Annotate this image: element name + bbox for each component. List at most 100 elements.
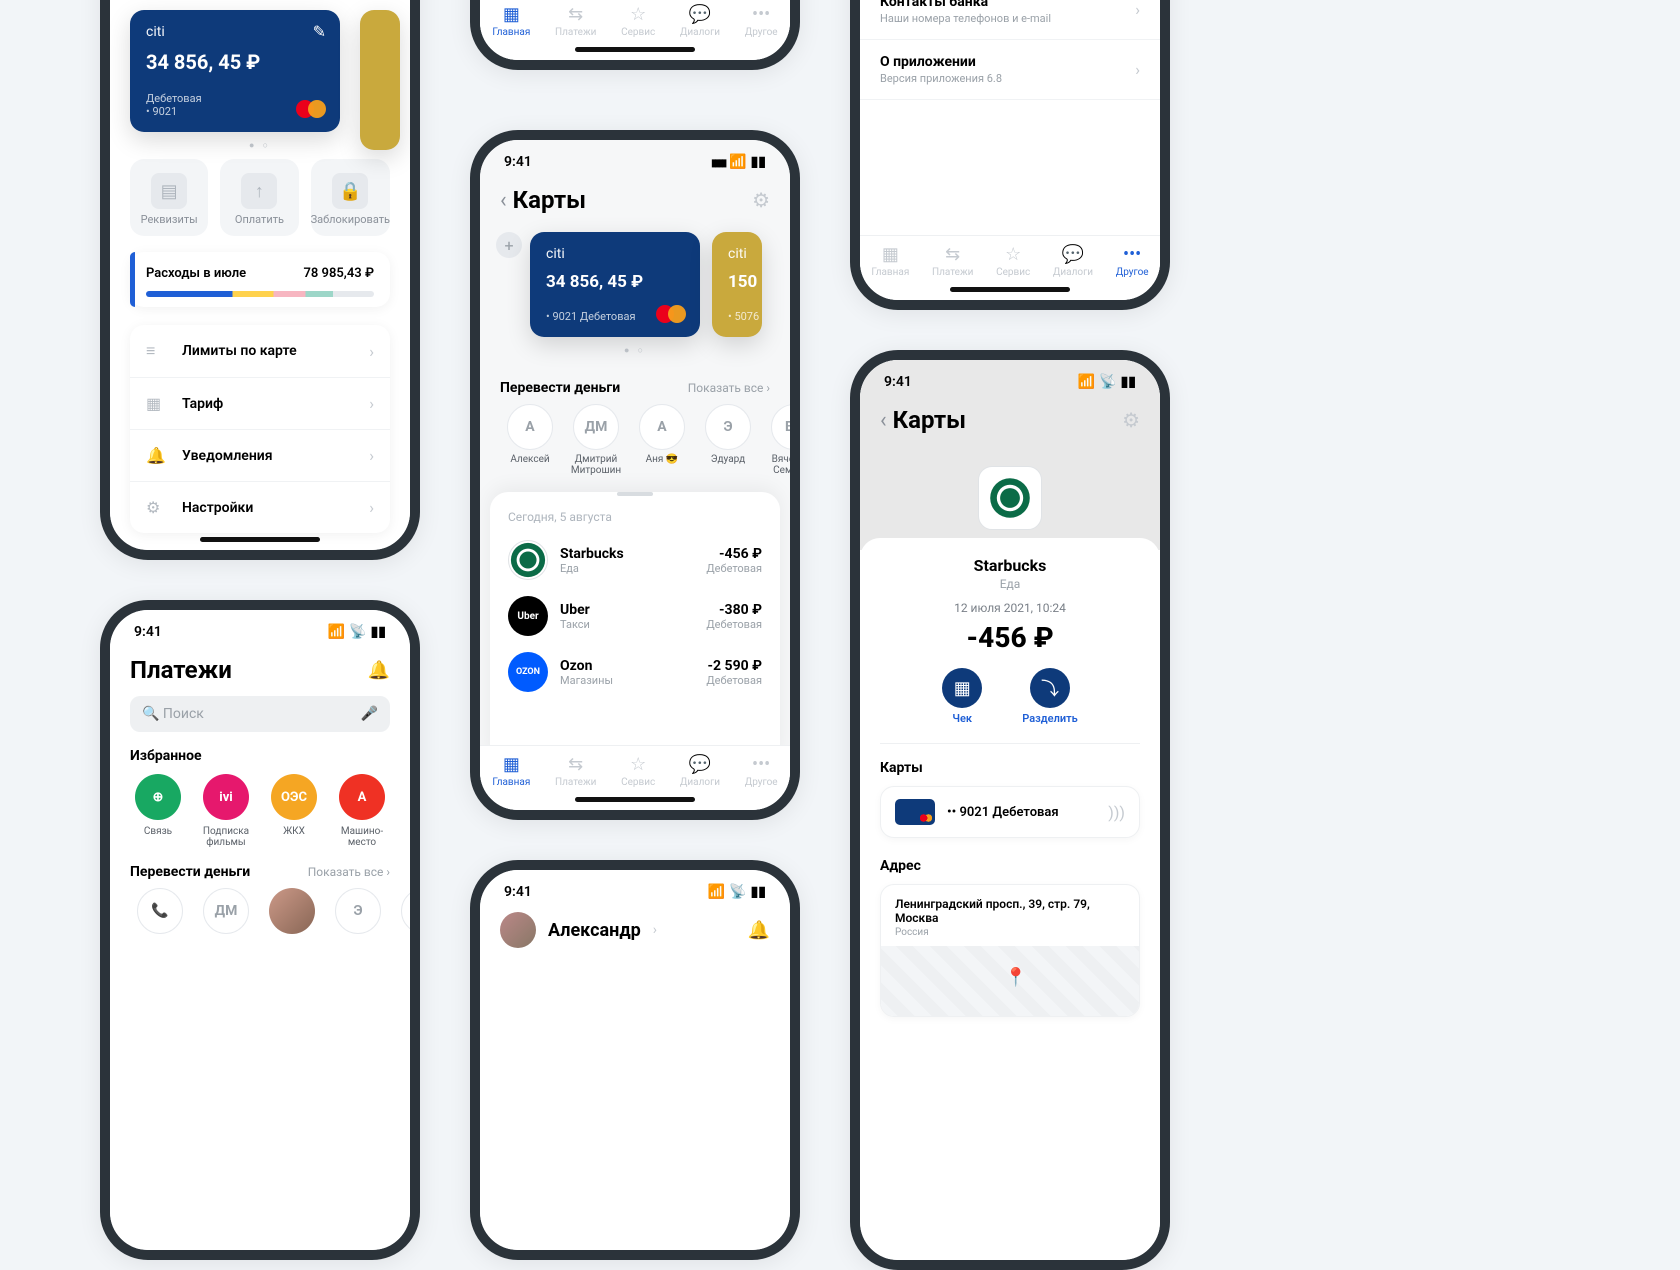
tab-dialogs[interactable]: 💬Диалоги [680, 754, 720, 788]
more-icon: ••• [745, 4, 778, 25]
contact-item[interactable] [262, 888, 322, 938]
favorite-item[interactable]: ОЭСЖКХ [266, 774, 322, 848]
user-avatar[interactable] [500, 912, 536, 948]
tab-service[interactable]: ☆Сервис [621, 4, 655, 38]
status-bar: 9:41 📶📡▮▮ [860, 360, 1160, 398]
action-block[interactable]: 🔒 Заблокировать [311, 159, 390, 236]
contact-item[interactable]: ЭЭдуард [698, 404, 758, 476]
add-card-button[interactable]: + [496, 232, 522, 258]
action-receipt[interactable]: ▦ Чек [942, 668, 982, 725]
gear-icon[interactable]: ⚙ [752, 188, 770, 212]
home-indicator [575, 797, 695, 802]
spending-summary[interactable]: Расходы в июле 78 985,43 ₽ [130, 252, 390, 307]
page-title: Платежи [130, 656, 232, 684]
tab-payments[interactable]: ⇆Платежи [555, 4, 596, 38]
contact-item[interactable]: ВСВячеслав Семёнов [764, 404, 790, 476]
tx-row[interactable]: OZON OzonМагазины -2 590 ₽Дебетовая [490, 644, 780, 700]
action-requisites[interactable]: ▤ Реквизиты [130, 159, 208, 236]
merchant-category: Еда [860, 577, 1160, 591]
menu-settings[interactable]: ⚙ Настройки › [130, 482, 390, 533]
bank-card[interactable]: citi 150 0 • 5076 К [712, 232, 762, 337]
favorite-item[interactable]: iviПодписка фильмы [198, 774, 254, 848]
tab-other[interactable]: •••Другое [745, 4, 778, 38]
tab-home[interactable]: ▦Главная [492, 754, 530, 788]
contact-item[interactable]: ААня 😎 [632, 404, 692, 476]
phone-about: Контакты банка Наши номера телефонов и e… [850, 0, 1170, 310]
chevron-right-icon: › [369, 394, 374, 413]
chevron-right-icon: › [369, 446, 374, 465]
menu-limits[interactable]: ≡ Лимиты по карте › [130, 325, 390, 378]
starbucks-icon [508, 540, 548, 580]
action-split[interactable]: ⤵ Разделить [1022, 668, 1078, 725]
tab-home[interactable]: ▦Главная [492, 4, 530, 38]
chat-icon: 💬 [680, 754, 720, 775]
transfer-icon: ⇆ [555, 754, 596, 775]
mini-card-icon [895, 799, 935, 825]
phone-cards-main: 9:41 📶▮▮ ‹ Карты ⚙ + citi 34 856, 45 ₽ •… [470, 130, 800, 820]
chevron-right-icon: › [369, 342, 374, 361]
page-title: Карты [513, 186, 586, 214]
row-about-app[interactable]: О приложении Версия приложения 6.8 › [860, 40, 1160, 100]
tab-service[interactable]: ☆Сервис [621, 754, 655, 788]
bell-icon[interactable]: 🔔 [748, 920, 770, 941]
gear-icon: ⚙ [146, 498, 168, 517]
tx-amount: -456 ₽ [860, 621, 1160, 654]
star-icon: ☆ [621, 4, 655, 25]
favorite-item[interactable]: АМашино-место [334, 774, 390, 848]
bell-icon[interactable]: 🔔 [368, 660, 390, 681]
user-name: Александр [548, 920, 641, 941]
status-time: 9:41 [504, 884, 532, 900]
signal-icon: 📶 [328, 624, 345, 640]
connectivity-icon: ⊕ [135, 774, 181, 820]
status-bar: 9:41 📶▮▮ [480, 140, 790, 178]
menu-tariff[interactable]: ▦ Тариф › [130, 378, 390, 430]
tab-other[interactable]: •••Другое [1116, 244, 1149, 278]
contact-item[interactable]: ДМ [196, 888, 256, 938]
gear-icon[interactable]: ⚙ [1122, 408, 1140, 432]
spending-bar [146, 291, 374, 297]
payment-card-tile[interactable]: •• 9021 Дебетовая ))) [880, 786, 1140, 838]
tx-row[interactable]: Uber UberТакси -380 ₽Дебетовая [490, 588, 780, 644]
tab-home[interactable]: ▦Главная [871, 244, 909, 278]
wifi-icon: 📡 [1099, 374, 1116, 390]
contact-item[interactable]: ДМДмитрий Митрошин [566, 404, 626, 476]
transfer-icon: ⇆ [555, 4, 596, 25]
phone-payments: 9:41 📶📡▮▮ Платежи 🔔 🔍 Поиск 🎤 Избранное … [100, 600, 420, 1260]
bank-card-primary[interactable]: ✎ citi 34 856, 45 ₽ Дебетовая • 9021 [130, 10, 340, 132]
receipt-icon: ▦ [146, 394, 168, 413]
chevron-right-icon: › [653, 922, 657, 938]
back-button[interactable]: ‹ [880, 408, 887, 433]
tx-row[interactable]: StarbucksЕда -456 ₽Дебетовая [490, 532, 780, 588]
row-bank-contacts[interactable]: Контакты банка Наши номера телефонов и e… [860, 0, 1160, 40]
contact-phone[interactable]: 📞 [130, 888, 190, 938]
back-button[interactable]: ‹ [500, 188, 507, 213]
tab-dialogs[interactable]: 💬Диалоги [1053, 244, 1093, 278]
show-all-link[interactable]: Показать все › [308, 865, 390, 879]
search-input[interactable]: 🔍 Поиск 🎤 [130, 696, 390, 732]
tab-dialogs[interactable]: 💬Диалоги [680, 4, 720, 38]
tab-service[interactable]: ☆Сервис [996, 244, 1030, 278]
bank-card[interactable]: citi 34 856, 45 ₽ • 9021 Дебетовая [530, 232, 700, 337]
search-placeholder: Поиск [163, 706, 204, 722]
tab-payments[interactable]: ⇆Платежи [932, 244, 973, 278]
show-all-link[interactable]: Показать все › [688, 381, 770, 395]
favorite-item[interactable]: ⊕Связь [130, 774, 186, 848]
contact-item[interactable]: Э [328, 888, 388, 938]
card-balance: 34 856, 45 ₽ [146, 50, 324, 74]
bank-logo: citi [146, 24, 324, 40]
tab-other[interactable]: •••Другое [745, 754, 778, 788]
favorites-title: Избранное [110, 732, 410, 774]
map-preview: 📍 [881, 946, 1139, 1016]
battery-icon: ▮▮ [751, 154, 766, 170]
contact-item[interactable]: ААлексей [500, 404, 560, 476]
address-map-tile[interactable]: Ленинградский просп., 39, стр. 79, Москв… [880, 884, 1140, 1017]
contact-item[interactable]: ВС [394, 888, 410, 938]
menu-notifications[interactable]: 🔔 Уведомления › [130, 430, 390, 482]
bank-card-secondary[interactable] [360, 10, 400, 150]
mastercard-icon [296, 100, 326, 120]
utilities-icon: ОЭС [271, 774, 317, 820]
sheet-handle[interactable] [617, 492, 653, 496]
action-pay[interactable]: ↑ Оплатить [220, 159, 298, 236]
mic-icon[interactable]: 🎤 [361, 706, 378, 722]
tab-payments[interactable]: ⇆Платежи [555, 754, 596, 788]
